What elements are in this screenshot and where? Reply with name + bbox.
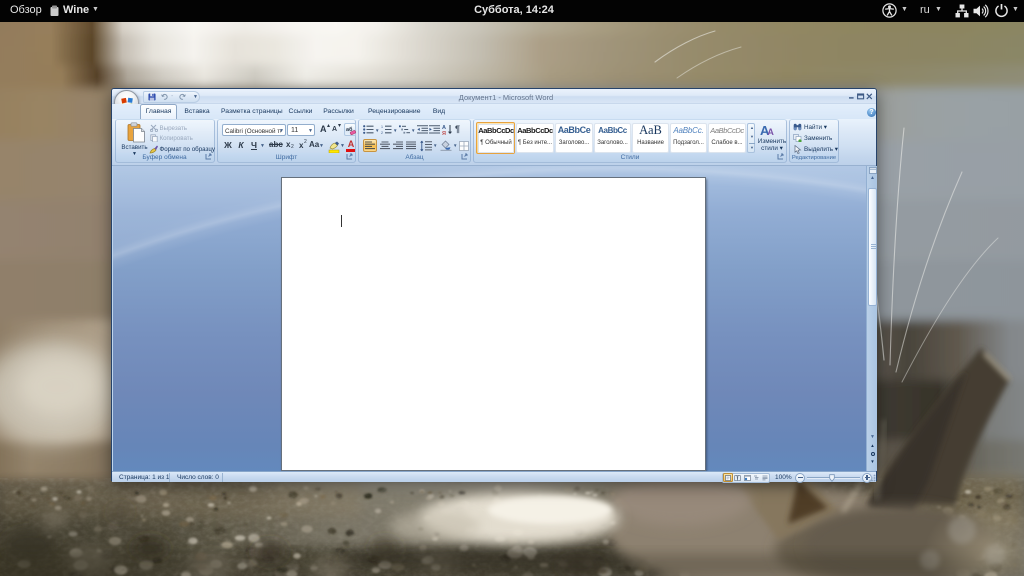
- svg-text:Я: Я: [442, 131, 446, 135]
- svg-text:2: 2: [381, 131, 383, 134]
- svg-text:1: 1: [381, 125, 383, 129]
